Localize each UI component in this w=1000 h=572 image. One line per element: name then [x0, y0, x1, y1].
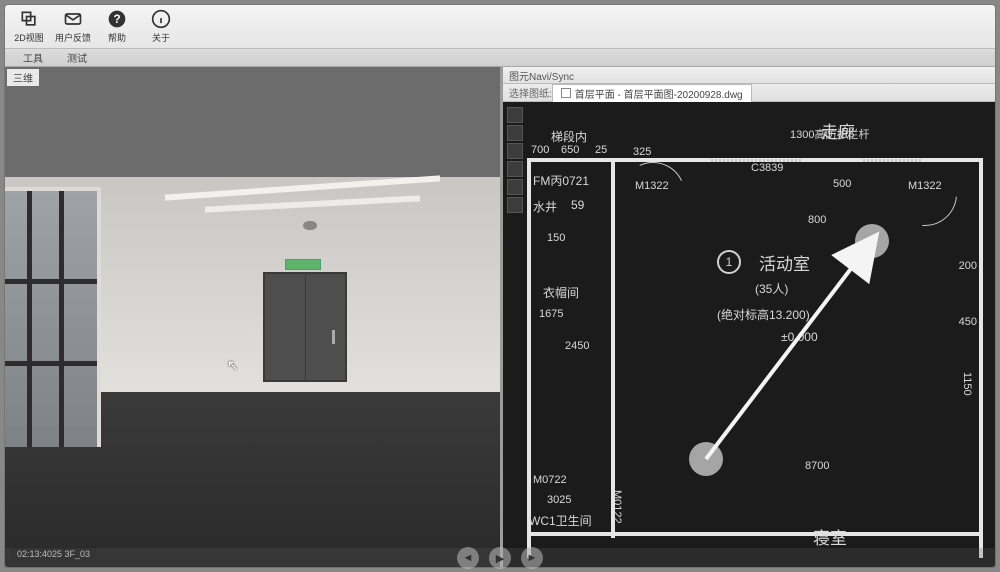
svg-text:?: ?: [113, 13, 120, 26]
cad-tab-prefix: 选择图纸:: [503, 85, 552, 100]
cursor-icon: ↖: [227, 357, 239, 374]
ribbon-group-test[interactable]: 测试: [67, 50, 87, 65]
about-button[interactable]: 关于: [143, 7, 179, 46]
main-toolbar: 2D视图 用户反馈 ? 帮助 关于: [5, 5, 995, 49]
cad-tab-label: 首层平面 - 首层平面图-20200928.dwg: [575, 86, 743, 101]
work-area: 三维 ↖ 02:13:4025 3F_03 图元Navi/Sync 选择图纸:: [5, 67, 995, 567]
ribbon-groups: 工具 测试: [5, 49, 995, 67]
camera-icon: [303, 221, 317, 230]
toolbar-label: 关于: [152, 31, 170, 44]
door-handle: [332, 330, 335, 344]
main-window: 2D视图 用户反馈 ? 帮助 关于 工具 测试 三维: [4, 4, 996, 568]
door-element: [263, 272, 347, 382]
cad-canvas[interactable]: 走廊 梯段内 700 650 25 1300高防护栏杆 FM丙0721 水井 5…: [503, 102, 995, 567]
toolbar-label: 2D视图: [14, 31, 44, 44]
view3d-button[interactable]: 2D视图: [11, 7, 47, 46]
mail-icon: [63, 9, 83, 29]
prev-button[interactable]: ◄: [457, 547, 479, 569]
window-element: [5, 187, 101, 447]
cad-window-title: 图元Navi/Sync: [503, 67, 995, 84]
cad-tab-bar: 选择图纸: 首层平面 - 首层平面图-20200928.dwg: [503, 84, 995, 102]
help-icon: ?: [107, 9, 127, 29]
cad-panel: 图元Navi/Sync 选择图纸: 首层平面 - 首层平面图-20200928.…: [500, 67, 995, 567]
feedback-button[interactable]: 用户反馈: [55, 7, 91, 46]
toolbar-label: 用户反馈: [55, 31, 91, 44]
toolbar-label: 帮助: [108, 31, 126, 44]
help-button[interactable]: ? 帮助: [99, 7, 135, 46]
play-button[interactable]: ▶: [489, 547, 511, 569]
exit-sign: [285, 259, 321, 270]
view3d-tab[interactable]: 三维: [7, 69, 39, 86]
playback-bar: ◄ ▶ ►: [4, 548, 996, 568]
info-icon: [151, 9, 171, 29]
next-button[interactable]: ►: [521, 547, 543, 569]
layers-icon: [19, 9, 39, 29]
view3d-panel[interactable]: 三维 ↖ 02:13:4025 3F_03: [5, 67, 500, 567]
cad-drawing-tab[interactable]: 首层平面 - 首层平面图-20200928.dwg: [552, 84, 752, 102]
ribbon-group-tools[interactable]: 工具: [23, 50, 43, 65]
measure-arrow: [503, 102, 983, 562]
document-icon: [561, 88, 571, 98]
